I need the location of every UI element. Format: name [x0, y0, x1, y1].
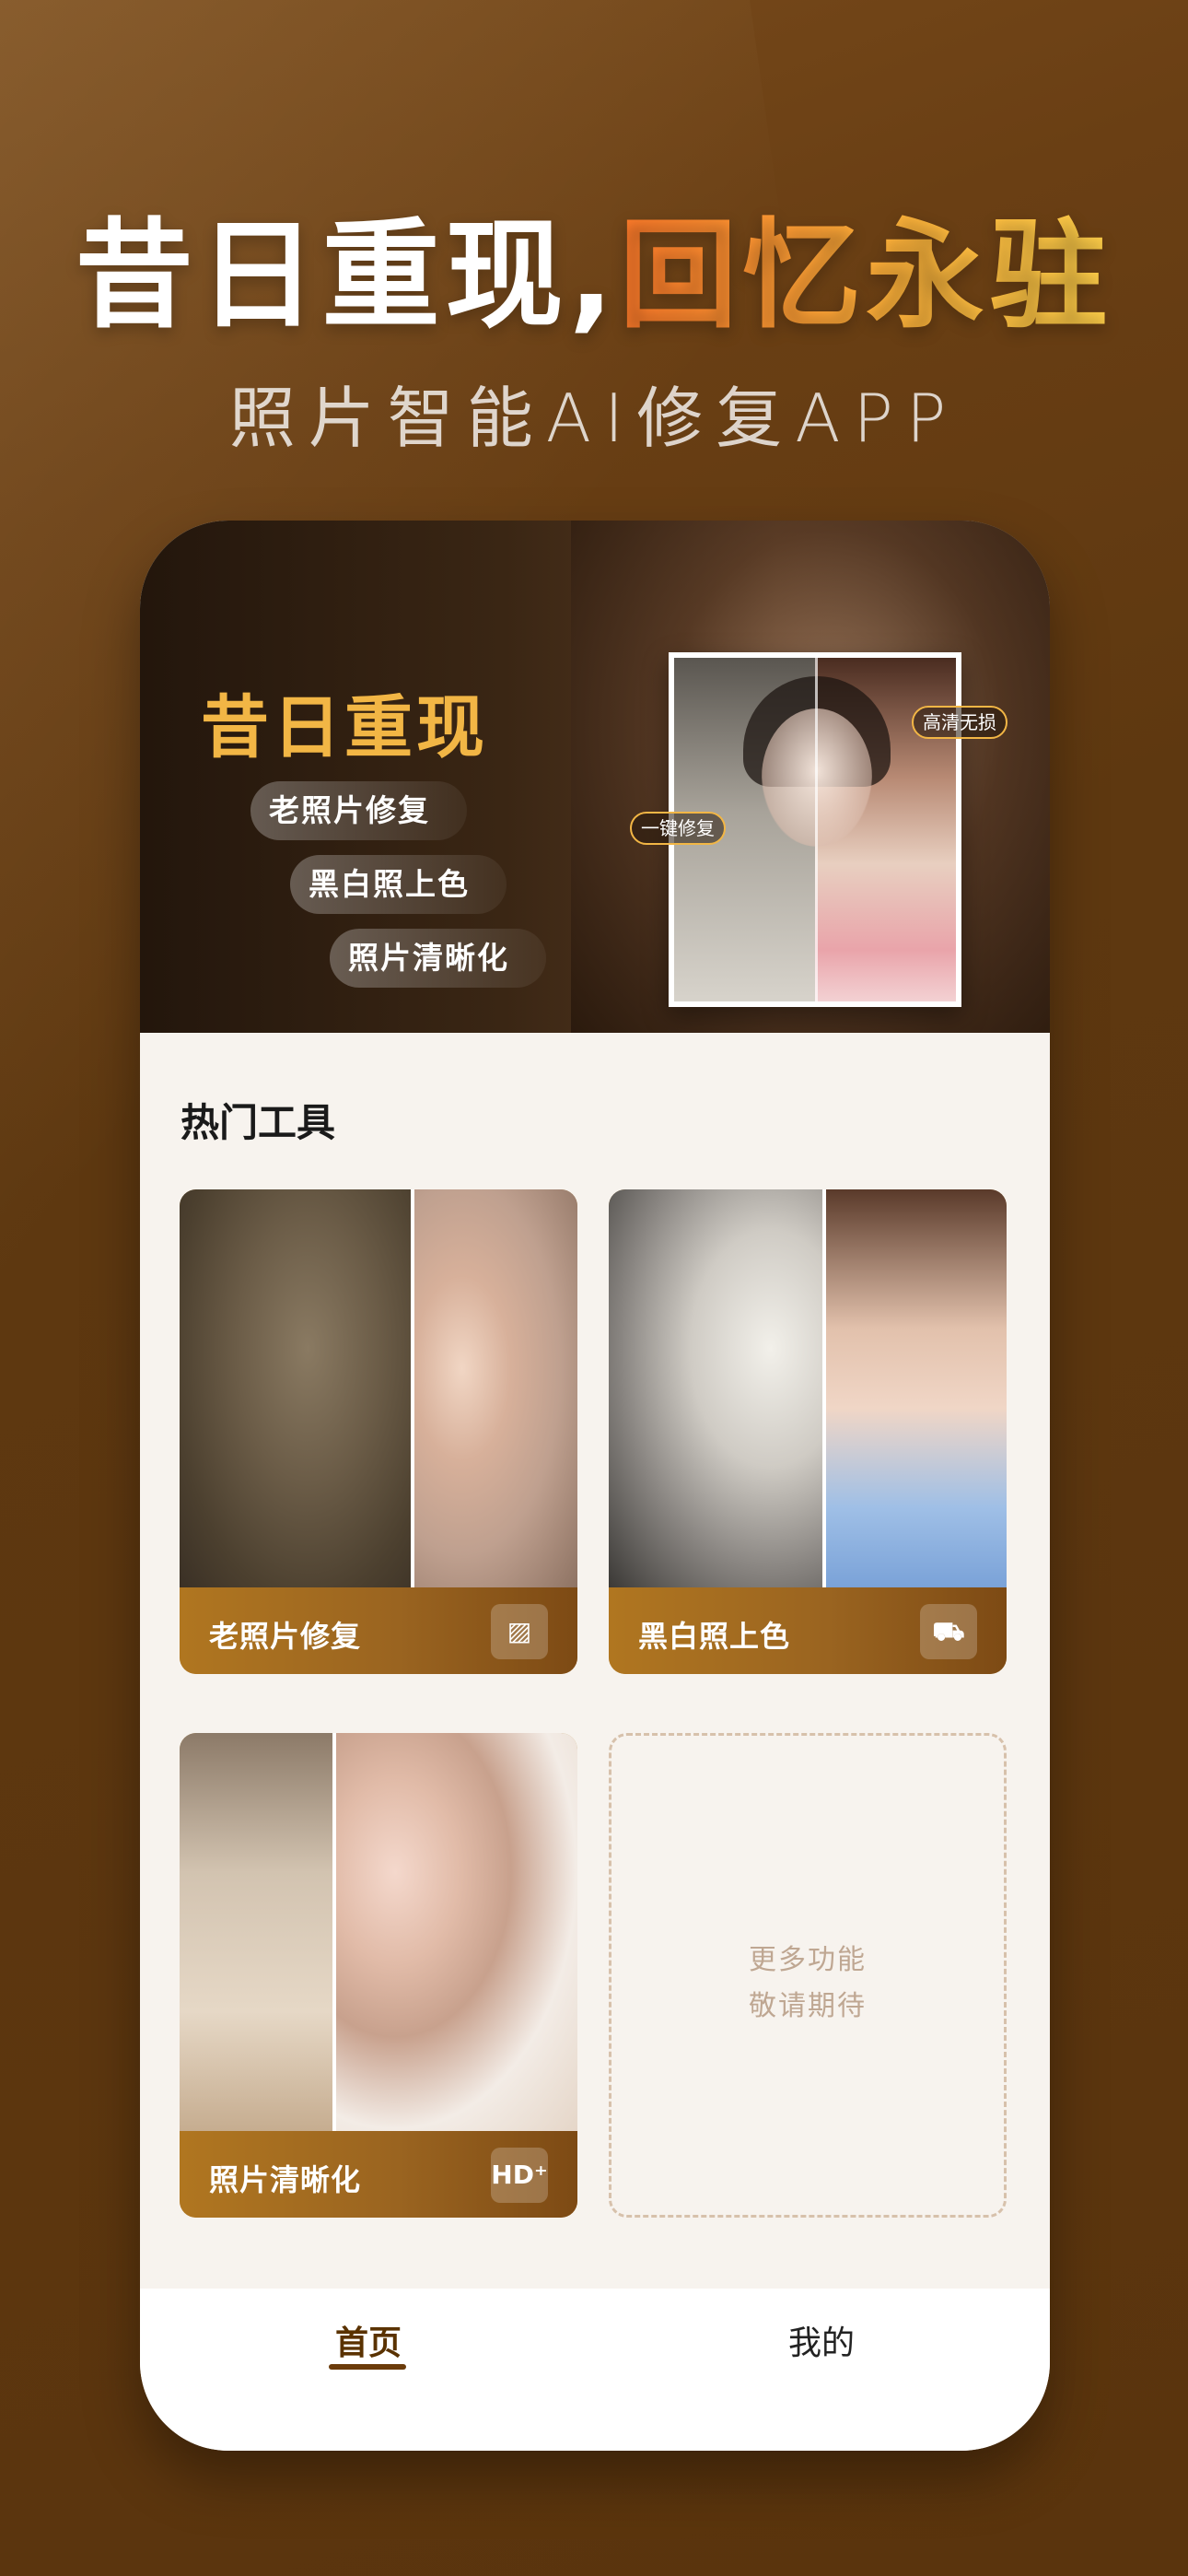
hero-banner[interactable]: 昔日重现 老照片修复 黑白照上色 照片清晰化 高清无损 一键修复 — [140, 521, 1050, 1033]
tool-card-bar: 黑白照上色 ⛟ — [609, 1587, 1007, 1674]
tool-label: 照片清晰化 — [209, 2162, 362, 2197]
tag-one-click-fix: 一键修复 — [630, 812, 726, 845]
paint-bucket-icon: ⛟ — [920, 1604, 977, 1659]
tool-preview-image — [609, 1189, 1007, 1587]
tab-mine[interactable]: 我的 — [729, 2316, 914, 2364]
tool-card-enhance[interactable]: 照片清晰化 HD⁺ — [180, 1733, 577, 2218]
more-line-2: 敬请期待 — [749, 1990, 867, 2022]
compare-divider — [822, 1189, 826, 1587]
banner-feature-pill: 照片清晰化 — [330, 929, 546, 988]
after-half — [824, 1189, 1007, 1587]
banner-feature-pill: 老照片修复 — [250, 781, 467, 840]
tool-label: 老照片修复 — [209, 1619, 362, 1654]
more-features-placeholder: 更多功能 敬请期待 — [609, 1733, 1007, 2218]
compare-divider — [815, 658, 818, 1001]
after-half — [413, 1189, 577, 1587]
photo-restore-icon: ▨ — [491, 1604, 548, 1659]
after-half — [334, 1733, 577, 2131]
headline-white: 昔日重现, — [75, 207, 620, 345]
tab-home[interactable]: 首页 — [276, 2316, 460, 2364]
tool-preview-image — [180, 1733, 577, 2131]
before-half — [180, 1189, 413, 1587]
banner-title: 昔日重现 — [201, 688, 488, 767]
tool-label: 黑白照上色 — [638, 1619, 791, 1654]
more-line-1: 更多功能 — [749, 1944, 867, 1976]
headline-accent: 回忆永驻 — [619, 207, 1113, 345]
tool-card-bar: 照片清晰化 HD⁺ — [180, 2131, 577, 2218]
subheadline: 照片智能AI修复APP — [228, 380, 960, 457]
compare-divider — [332, 1733, 336, 2131]
tag-hd-lossless: 高清无损 — [912, 706, 1007, 739]
compare-divider — [411, 1189, 414, 1587]
hd-icon: HD⁺ — [491, 2148, 548, 2203]
tab-active-indicator — [329, 2364, 406, 2370]
hot-tools-title: 热门工具 — [181, 1100, 336, 1145]
tool-card-bar: 老照片修复 ▨ — [180, 1587, 577, 1674]
phone-screen: 昔日重现 老照片修复 黑白照上色 照片清晰化 高清无损 一键修复 热门工具 老照… — [140, 521, 1050, 2451]
before-half — [180, 1733, 334, 2131]
bottom-tab-bar: 首页 我的 — [140, 2289, 1050, 2451]
tool-card-colorize[interactable]: 黑白照上色 ⛟ — [609, 1189, 1007, 1674]
banner-feature-pill: 黑白照上色 — [290, 855, 507, 914]
before-half — [609, 1189, 824, 1587]
tool-preview-image — [180, 1189, 577, 1587]
headline: 昔日重现,回忆永驻 — [0, 180, 1188, 350]
tool-card-old-photo-restore[interactable]: 老照片修复 ▨ — [180, 1189, 577, 1674]
